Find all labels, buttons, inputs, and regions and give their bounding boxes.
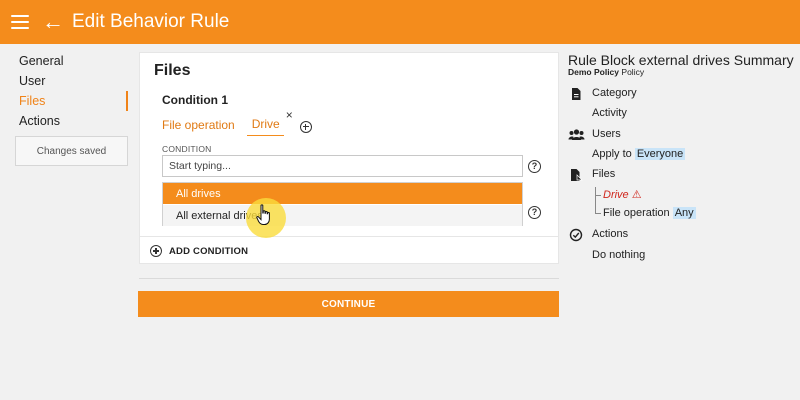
- summary-title: Rule Block external drives Summary: [568, 52, 794, 68]
- summary-category-value: Activity: [592, 107, 627, 119]
- warning-icon: ⚠: [631, 189, 642, 201]
- summary-users-value: Everyone: [634, 148, 686, 160]
- remove-tab-close-icon[interactable]: ×: [286, 108, 293, 122]
- page-title: Edit Behavior Rule: [72, 11, 230, 32]
- condition-dropdown: All drives All external drives: [162, 182, 523, 226]
- hand-pointer-icon: [256, 204, 270, 225]
- nav-active-indicator: [126, 91, 128, 111]
- summary-drive-label: Drive: [603, 189, 629, 201]
- users-icon: [568, 129, 585, 140]
- changes-saved-status: Changes saved: [15, 136, 128, 166]
- condition-title: Condition 1: [162, 93, 228, 107]
- summary-actions-value: Do nothing: [592, 249, 646, 261]
- left-nav: General User Files Actions Changes saved: [0, 44, 138, 400]
- nav-item-files[interactable]: Files: [19, 94, 45, 108]
- summary-operation-row: File operation Any: [603, 207, 696, 219]
- nav-item-user[interactable]: User: [19, 74, 45, 88]
- summary-users-prefix: Apply to: [592, 148, 632, 160]
- summary-policy: Demo Policy Policy: [568, 67, 644, 77]
- condition-help-icon[interactable]: ?: [528, 160, 541, 173]
- rule-summary: Rule Block external drives Summary Demo …: [566, 50, 798, 290]
- menu-icon[interactable]: [11, 15, 29, 29]
- summary-operation-value: Any: [672, 207, 696, 219]
- value-help-icon[interactable]: ?: [528, 206, 541, 219]
- add-tab-plus-icon[interactable]: [299, 120, 312, 133]
- add-circle-icon: [150, 245, 162, 257]
- summary-files-label: Files: [592, 168, 616, 180]
- policy-name: Demo Policy: [568, 67, 620, 77]
- summary-users-row: Apply to Everyone: [592, 148, 686, 160]
- back-arrow-icon[interactable]: ←: [42, 11, 64, 33]
- summary-actions-label: Actions: [592, 228, 629, 240]
- app-header: ← Edit Behavior Rule: [0, 0, 800, 44]
- files-card: Files Condition 1 File operation Drive ×…: [139, 52, 559, 264]
- condition-tabs: File operation Drive ×: [162, 108, 312, 136]
- card-divider: [140, 236, 558, 237]
- condition-label: CONDITION: [162, 144, 212, 154]
- summary-operation-label: File operation: [603, 207, 670, 219]
- add-condition-label: ADD CONDITION: [169, 245, 249, 257]
- nav-item-general[interactable]: General: [19, 54, 63, 68]
- check-circle-icon: [569, 228, 583, 242]
- file-icon: [571, 169, 583, 181]
- files-card-title: Files: [154, 62, 191, 79]
- policy-suffix: Policy: [621, 67, 645, 77]
- continue-button[interactable]: CONTINUE: [138, 291, 559, 317]
- document-icon: [572, 88, 581, 100]
- tree-connector: [595, 187, 596, 214]
- nav-item-actions[interactable]: Actions: [19, 114, 60, 128]
- summary-category-label: Category: [592, 87, 637, 99]
- add-condition-button[interactable]: ADD CONDITION: [150, 245, 248, 257]
- summary-users-label: Users: [592, 128, 621, 140]
- dropdown-option-all-external-drives[interactable]: All external drives: [163, 205, 522, 226]
- summary-drive-row: Drive ⚠: [603, 188, 642, 201]
- condition-input[interactable]: [162, 155, 523, 177]
- dropdown-option-all-drives[interactable]: All drives: [163, 183, 522, 204]
- tab-drive-label: Drive: [251, 117, 280, 131]
- tab-drive[interactable]: Drive ×: [246, 108, 293, 136]
- tree-branch-operation: [595, 213, 601, 214]
- tree-branch-drive: [595, 195, 601, 196]
- tab-file-operation[interactable]: File operation: [162, 118, 235, 136]
- section-divider: [139, 278, 559, 279]
